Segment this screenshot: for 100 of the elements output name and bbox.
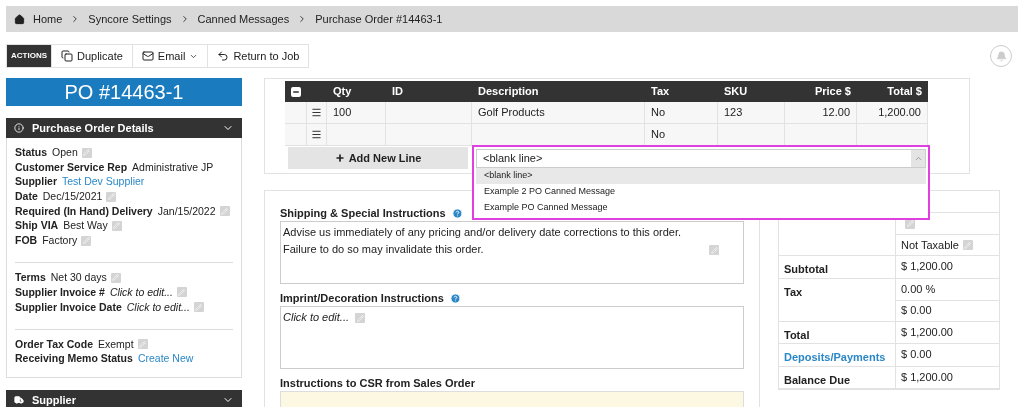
copy-icon [61,50,73,62]
po-title-banner: PO #14463-1 [6,78,242,106]
total-value: Not Taxable [901,237,959,253]
field-label: Receiving Memo Status [15,352,133,366]
field-value: Dec/15/2021 [42,190,103,204]
field-value: Factory [42,234,78,248]
total-label: Tax [784,284,803,300]
select-field[interactable]: <blank line> [476,149,926,168]
column-header: Qty [332,84,353,100]
panel-title: Supplier [32,392,77,407]
help-icon[interactable] [451,208,463,219]
toolbar-button[interactable]: Email [131,45,208,67]
total-label: Subtotal [784,262,828,277]
edit-icon[interactable] [137,339,148,349]
field-label: Supplier [15,175,57,189]
panel-header[interactable]: Supplier [6,390,242,407]
help-icon[interactable] [449,293,461,304]
drag-handle-icon[interactable] [311,129,322,140]
column-header: Description [477,84,540,100]
breadcrumb-link[interactable]: Canned Messages [197,10,290,28]
total-label: Balance Due [784,372,851,388]
collapse-icon[interactable] [291,86,301,97]
text-value: Advise us immediately of any pricing and/or delivery date corrections to this order. Failure to do so may invalidate this order. [283,225,683,257]
breadcrumb-link[interactable]: Syncore Settings [88,10,172,28]
drag-handle-icon[interactable] [311,107,322,118]
field-value: Net 30 days [50,271,107,285]
breadcrumb-link[interactable]: Purchase Order #14463-1 [315,10,443,28]
text-area[interactable]: Advise us immediately of any pricing and/or delivery date corrections to this order. Failure to do so may invalidate this order. [280,221,744,284]
field-label: Required (In Hand) Delivery [15,204,153,218]
column-header: ID [391,84,404,100]
edit-icon[interactable] [962,240,973,250]
field-label: Supplier Invoice Date [15,300,122,314]
field-label: Order Tax Code [15,337,93,351]
plus-icon [334,153,345,163]
column-header: Price $ [813,84,852,100]
table-cell-text: Golf Products [478,105,545,121]
field-label: FOB [15,234,38,248]
edit-icon[interactable] [219,206,230,217]
table-cell-text: No [651,105,666,121]
edit-icon[interactable] [111,220,122,231]
field-value: Open [52,146,78,159]
field-label: Date [15,190,38,204]
table-cell-text: No [651,127,666,143]
field-label: Customer Service Rep [15,160,128,174]
info-icon [14,123,24,133]
column-header: Total $ [886,84,923,100]
edit-icon[interactable] [176,287,187,298]
table-cell-text: 12.00 [822,105,850,121]
total-value: $ 1,200.00 [901,369,953,385]
field-label: Ship VIA [15,219,59,233]
table-cell-text: 100 [333,105,352,121]
field-label: Terms [15,271,46,285]
dropdown-option[interactable]: <blank line> [476,168,926,184]
field-value[interactable]: Test Dev Supplier [62,175,145,189]
field-value[interactable]: Create New [137,352,194,366]
table-cell-text: 123 [724,105,743,121]
field-value: Administrative JP [132,160,214,174]
toolbar-button[interactable]: Return to Job [207,45,309,67]
edit-icon[interactable] [193,302,204,312]
section-title: Instructions to CSR from Sales Order [280,377,475,390]
field-label: Status [15,146,48,159]
section-title: Imprint/Decoration Instructions [280,292,444,305]
truck-icon [14,395,24,406]
table-cell-text: 1,200.00 [878,105,921,121]
field-value: Jan/15/2022 [157,204,216,218]
field-value: Exempt [98,337,134,351]
total-value: 0.00 % [901,281,936,297]
mail-icon [141,50,154,62]
edit-icon[interactable] [709,245,719,255]
total-value: $ 1,200.00 [901,324,953,340]
add-line-button[interactable]: Add New Line [288,147,468,169]
edit-icon[interactable] [355,313,366,323]
edit-icon[interactable] [81,235,92,246]
text-area[interactable]: Click to edit... [280,306,744,369]
edit-icon[interactable] [81,147,92,158]
toolbar-button[interactable]: Duplicate [51,45,132,67]
total-value: $ 0.00 [901,303,932,319]
dropdown-option[interactable]: Example PO Canned Message [476,200,926,216]
field-value: Best Way [63,219,108,233]
actions-label: ACTIONS [7,45,51,67]
total-value: $ 0.00 [901,347,932,363]
panel-header[interactable]: Purchase Order Details [6,118,242,138]
canned-message-dropdown[interactable]: <blank line> <blank line> Example 2 PO Canned Message Example PO Canned Message [472,145,930,220]
edit-icon[interactable] [110,272,121,283]
column-header: SKU [723,84,749,100]
field-value: Click to edit... [109,285,173,299]
dropdown-option[interactable]: Example 2 PO Canned Message [476,184,926,200]
column-header: Tax [650,84,671,100]
panel-title: Purchase Order Details [32,120,155,136]
caret-icon [913,154,923,163]
text-value: Click to edit... [283,310,350,325]
total-label: Total [784,327,810,343]
section-title: Shipping & Special Instructions [280,207,446,220]
field-label: Supplier Invoice # [15,285,105,299]
deposits-link[interactable]: Deposits/Payments [784,349,886,366]
reply-arrow-icon [217,50,230,62]
edit-icon[interactable] [106,191,117,202]
total-value: $ 1,200.00 [901,259,953,275]
breadcrumb-link[interactable]: Home [33,10,63,28]
field-value: Click to edit... [126,300,190,314]
